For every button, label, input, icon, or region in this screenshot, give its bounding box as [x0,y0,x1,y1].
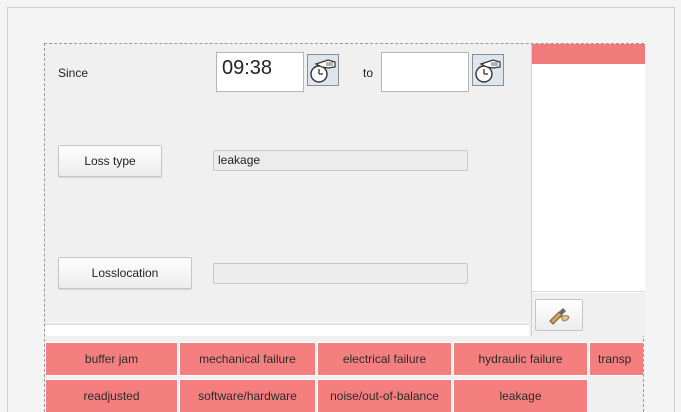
to-time-field[interactable] [381,52,469,92]
since-label: Since [58,66,89,80]
pencil-hand-icon [549,308,570,325]
loss-type-grid: buffer jam mechanical failure electrical… [45,342,643,412]
loss-entry-panel: Since 09:38 to Loss type leakage Lossloc… [44,43,645,412]
loss-location-field [213,263,468,284]
loss-type-chip[interactable]: noise/out-of-balance [317,379,452,412]
loss-type-chip[interactable]: hydraulic failure [453,342,588,376]
loss-type-chip[interactable]: transp [589,342,643,376]
loss-type-chip[interactable]: electrical failure [317,342,452,376]
since-time-field[interactable]: 09:38 [216,52,304,92]
side-panel [531,44,645,336]
clock-hand-icon [308,55,338,85]
edit-button[interactable] [535,299,583,331]
to-time-picker-button[interactable] [472,54,504,86]
since-time-picker-button[interactable] [307,54,339,86]
loss-type-field: leakage [213,150,468,171]
form-footer-strip [45,324,529,336]
side-list[interactable] [532,64,645,292]
side-toolbar [532,293,645,336]
loss-type-chip[interactable]: buffer jam [45,342,178,376]
loss-form: Since 09:38 to Loss type leakage Lossloc… [45,44,529,324]
loss-type-button[interactable]: Loss type [58,145,162,177]
loss-type-chip[interactable]: readjusted [45,379,178,412]
to-label: to [363,66,374,80]
loss-type-chip[interactable]: leakage [453,379,588,412]
loss-type-chip[interactable]: mechanical failure [179,342,316,376]
side-list-header [532,44,645,64]
clock-hand-icon [473,55,503,85]
loss-location-button[interactable]: Losslocation [58,257,192,289]
loss-type-chip[interactable]: software/hardware [179,379,316,412]
